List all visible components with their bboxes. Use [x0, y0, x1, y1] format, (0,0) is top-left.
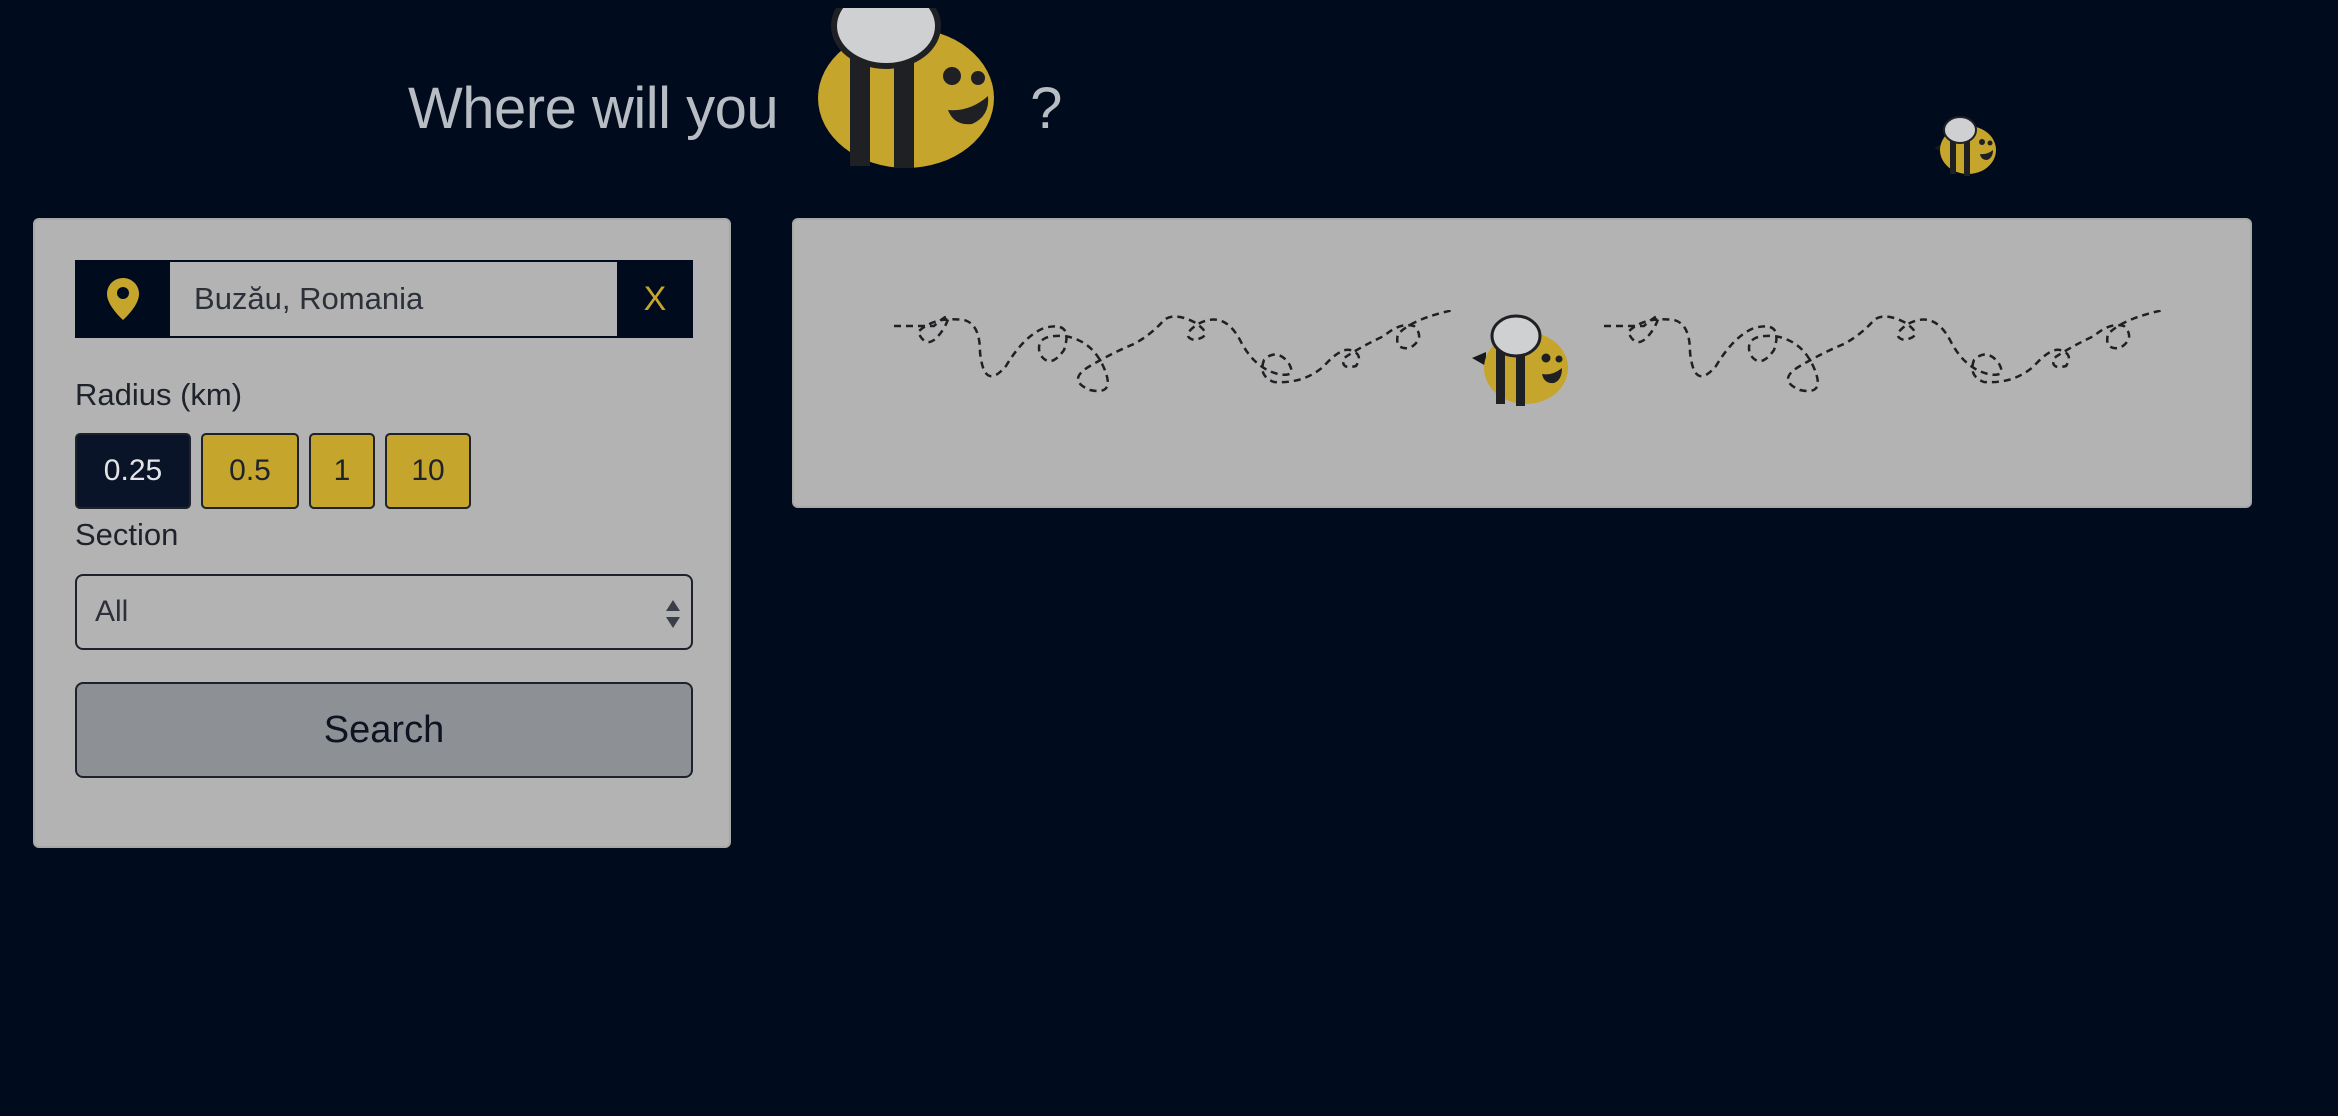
map-pin-icon [106, 278, 139, 320]
clear-location-button[interactable]: X [617, 260, 693, 338]
section-select[interactable]: All [75, 574, 693, 650]
radius-option-10[interactable]: 10 [385, 433, 471, 509]
search-button[interactable]: Search [75, 682, 693, 778]
radius-option-0-5[interactable]: 0.5 [201, 433, 299, 509]
radius-options: 0.25 0.5 1 10 [75, 433, 471, 509]
radius-option-0-25[interactable]: 0.25 [75, 433, 191, 509]
select-arrows-icon [666, 600, 680, 628]
radius-label: Radius (km) [75, 377, 243, 412]
section-label: Section [75, 517, 179, 552]
header: Where will you ? [0, 0, 1470, 170]
location-icon-box [75, 260, 171, 338]
hero-title: Where will you ? [408, 8, 1062, 168]
section-selected-value: All [95, 595, 129, 628]
page: Where will you ? Buzău, Romania X Radius… [0, 0, 2338, 1116]
bee-icon [1472, 314, 1568, 406]
search-panel: X Radius (km) 0.25 0.5 1 10 Section All … [33, 218, 731, 848]
location-input[interactable] [170, 260, 618, 338]
flight-trail-left [894, 310, 1454, 393]
hero-title-suffix: ? [1030, 75, 1062, 141]
bee-icon [816, 8, 995, 168]
results-panel [792, 218, 2252, 508]
radius-option-1[interactable]: 1 [309, 433, 375, 509]
hero-title-text: Where will you [408, 75, 779, 141]
location-bar: X [75, 260, 693, 338]
flight-trail-right [1604, 310, 2164, 393]
bee-icon [1934, 116, 1996, 176]
